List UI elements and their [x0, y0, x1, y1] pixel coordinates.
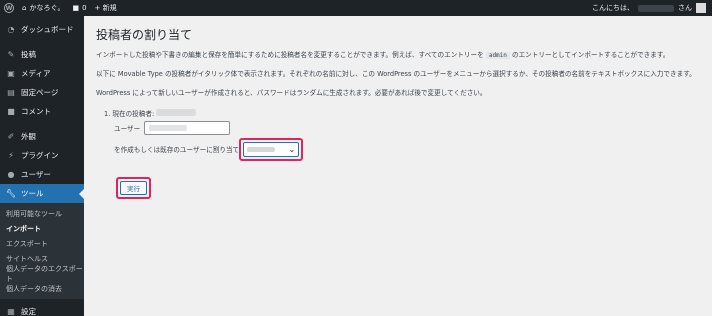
new-user-input[interactable] — [144, 120, 231, 135]
sidebar-item-label: ツール — [21, 189, 44, 198]
avatar — [696, 3, 706, 13]
submenu-export[interactable]: エクスポート — [0, 236, 84, 251]
redacted-username — [638, 4, 674, 12]
home-icon: ⌂ — [22, 4, 27, 12]
new-user-row: ユーザー — [114, 120, 700, 135]
pushpin-icon: ✎ — [7, 50, 15, 59]
submit-area: 実行 — [116, 176, 700, 199]
sidebar-item-plugins[interactable]: ⚡ プラグイン — [0, 146, 84, 165]
user-select[interactable]: ⌄ — [243, 141, 300, 157]
sidebar-item-dashboard[interactable]: ◔ ダッシュボード — [0, 20, 84, 39]
admin-bar: W ⌂ かなろぐ。 ■ 0 + 新規 こんにちは、 さん — [0, 0, 712, 16]
site-name-link[interactable]: ⌂ かなろぐ。 — [18, 0, 68, 16]
sidebar-item-comments[interactable]: ■ コメント — [0, 102, 84, 121]
assign-user-row: を作成もしくは既存のユーザーに割り当て ⌄ — [114, 137, 700, 161]
sidebar-item-label: 外観 — [21, 132, 36, 141]
movable-type-paragraph: 以下に Movable Type の投稿者がイタリック体で表示されます。それぞれ… — [96, 70, 696, 79]
comment-icon: ■ — [7, 107, 15, 116]
assign-label: を作成もしくは既存のユーザーに割り当て — [114, 146, 240, 155]
sidebar-item-tools[interactable]: 🔧︎ ツール — [0, 184, 84, 203]
plugin-icon: ⚡ — [8, 151, 14, 160]
submit-highlight: 実行 — [116, 176, 151, 199]
comment-icon: ■ — [72, 4, 80, 12]
sidebar-item-label: コメント — [21, 107, 51, 116]
sidebar-item-users[interactable]: ● ユーザー — [0, 165, 84, 184]
intro-text-b: のエントリーとしてインポートすることができます。 — [512, 51, 670, 59]
user-label: ユーザー — [114, 124, 141, 133]
sidebar-item-label: 投稿 — [21, 50, 36, 59]
tools-submenu: 利用可能なツール インポート エクスポート サイトヘルス 個人データのエクスポー… — [0, 203, 84, 299]
user-icon: ● — [7, 170, 15, 179]
admin-sidebar: ◔ ダッシュボード ✎ 投稿 ▣ メディア ▤ 固定ページ ■ コメント ✐ 外… — [0, 16, 84, 316]
sidebar-item-label: プラグイン — [21, 151, 59, 160]
new-content-link[interactable]: + 新規 — [91, 0, 121, 16]
new-content-label: + 新規 — [94, 4, 117, 12]
chevron-down-icon: ⌄ — [288, 144, 296, 154]
redacted-author-name — [156, 109, 197, 117]
sidebar-item-label: ダッシュボード — [21, 25, 74, 34]
submenu-import[interactable]: インポート — [0, 221, 84, 236]
dashboard-icon: ◔ — [7, 25, 15, 34]
redacted-selected-user — [247, 146, 276, 152]
wordpress-menu[interactable]: W — [0, 0, 18, 16]
page-title: 投稿者の割り当て — [96, 28, 193, 42]
intro-paragraph: インポートした投稿や下書きの編集と保存を簡単にするために投稿者名を変更することが… — [96, 51, 700, 60]
submenu-export-personal-data[interactable]: 個人データのエクスポート — [0, 265, 84, 283]
comments-count: 0 — [82, 4, 87, 12]
sidebar-item-label: 設定 — [21, 307, 36, 316]
site-name: かなろぐ。 — [29, 4, 65, 12]
sidebar-item-posts[interactable]: ✎ 投稿 — [0, 45, 84, 64]
paintbrush-icon: ✐ — [7, 132, 15, 141]
sidebar-item-appearance[interactable]: ✐ 外観 — [0, 127, 84, 146]
sidebar-item-label: メディア — [21, 69, 51, 78]
sidebar-item-label: 固定ページ — [21, 88, 59, 97]
sidebar-item-label: ユーザー — [21, 170, 51, 179]
author-assignment: 1. 現在の投稿者: ユーザー を作成もしくは既存のユーザーに割り当て ⌄ — [104, 108, 700, 161]
settings-icon: ▦ — [7, 307, 15, 316]
wordpress-logo-icon: W — [4, 3, 14, 13]
sidebar-item-media[interactable]: ▣ メディア — [0, 64, 84, 83]
page-icon: ▤ — [7, 88, 15, 97]
password-paragraph: WordPress によって新しいユーザーが作成されると、パスワードはランダムに… — [96, 88, 487, 97]
media-icon: ▣ — [7, 69, 15, 78]
select-highlight: ⌄ — [239, 137, 304, 161]
comments-link[interactable]: ■ 0 — [68, 0, 90, 16]
greeting-suffix: さん — [678, 4, 692, 12]
sidebar-item-pages[interactable]: ▤ 固定ページ — [0, 83, 84, 102]
submenu-available-tools[interactable]: 利用可能なツール — [0, 206, 84, 221]
greeting: こんにちは、 — [592, 4, 634, 12]
admin-code: admin — [485, 52, 510, 59]
sidebar-item-settings[interactable]: ▦ 設定 — [0, 302, 84, 316]
wrench-icon: 🔧︎ — [5, 189, 17, 198]
intro-text-a: インポートした投稿や下書きの編集と保存を簡単にするために投稿者名を変更することが… — [96, 51, 484, 59]
current-author-row: 1. 現在の投稿者: — [104, 108, 700, 118]
submit-button[interactable]: 実行 — [120, 180, 147, 195]
redacted-input-value — [149, 124, 188, 131]
current-author-label: 1. 現在の投稿者: — [104, 109, 155, 118]
my-account[interactable]: こんにちは、 さん — [592, 0, 712, 16]
main-content: 投稿者の割り当て インポートした投稿や下書きの編集と保存を簡単にするために投稿者… — [84, 16, 712, 316]
